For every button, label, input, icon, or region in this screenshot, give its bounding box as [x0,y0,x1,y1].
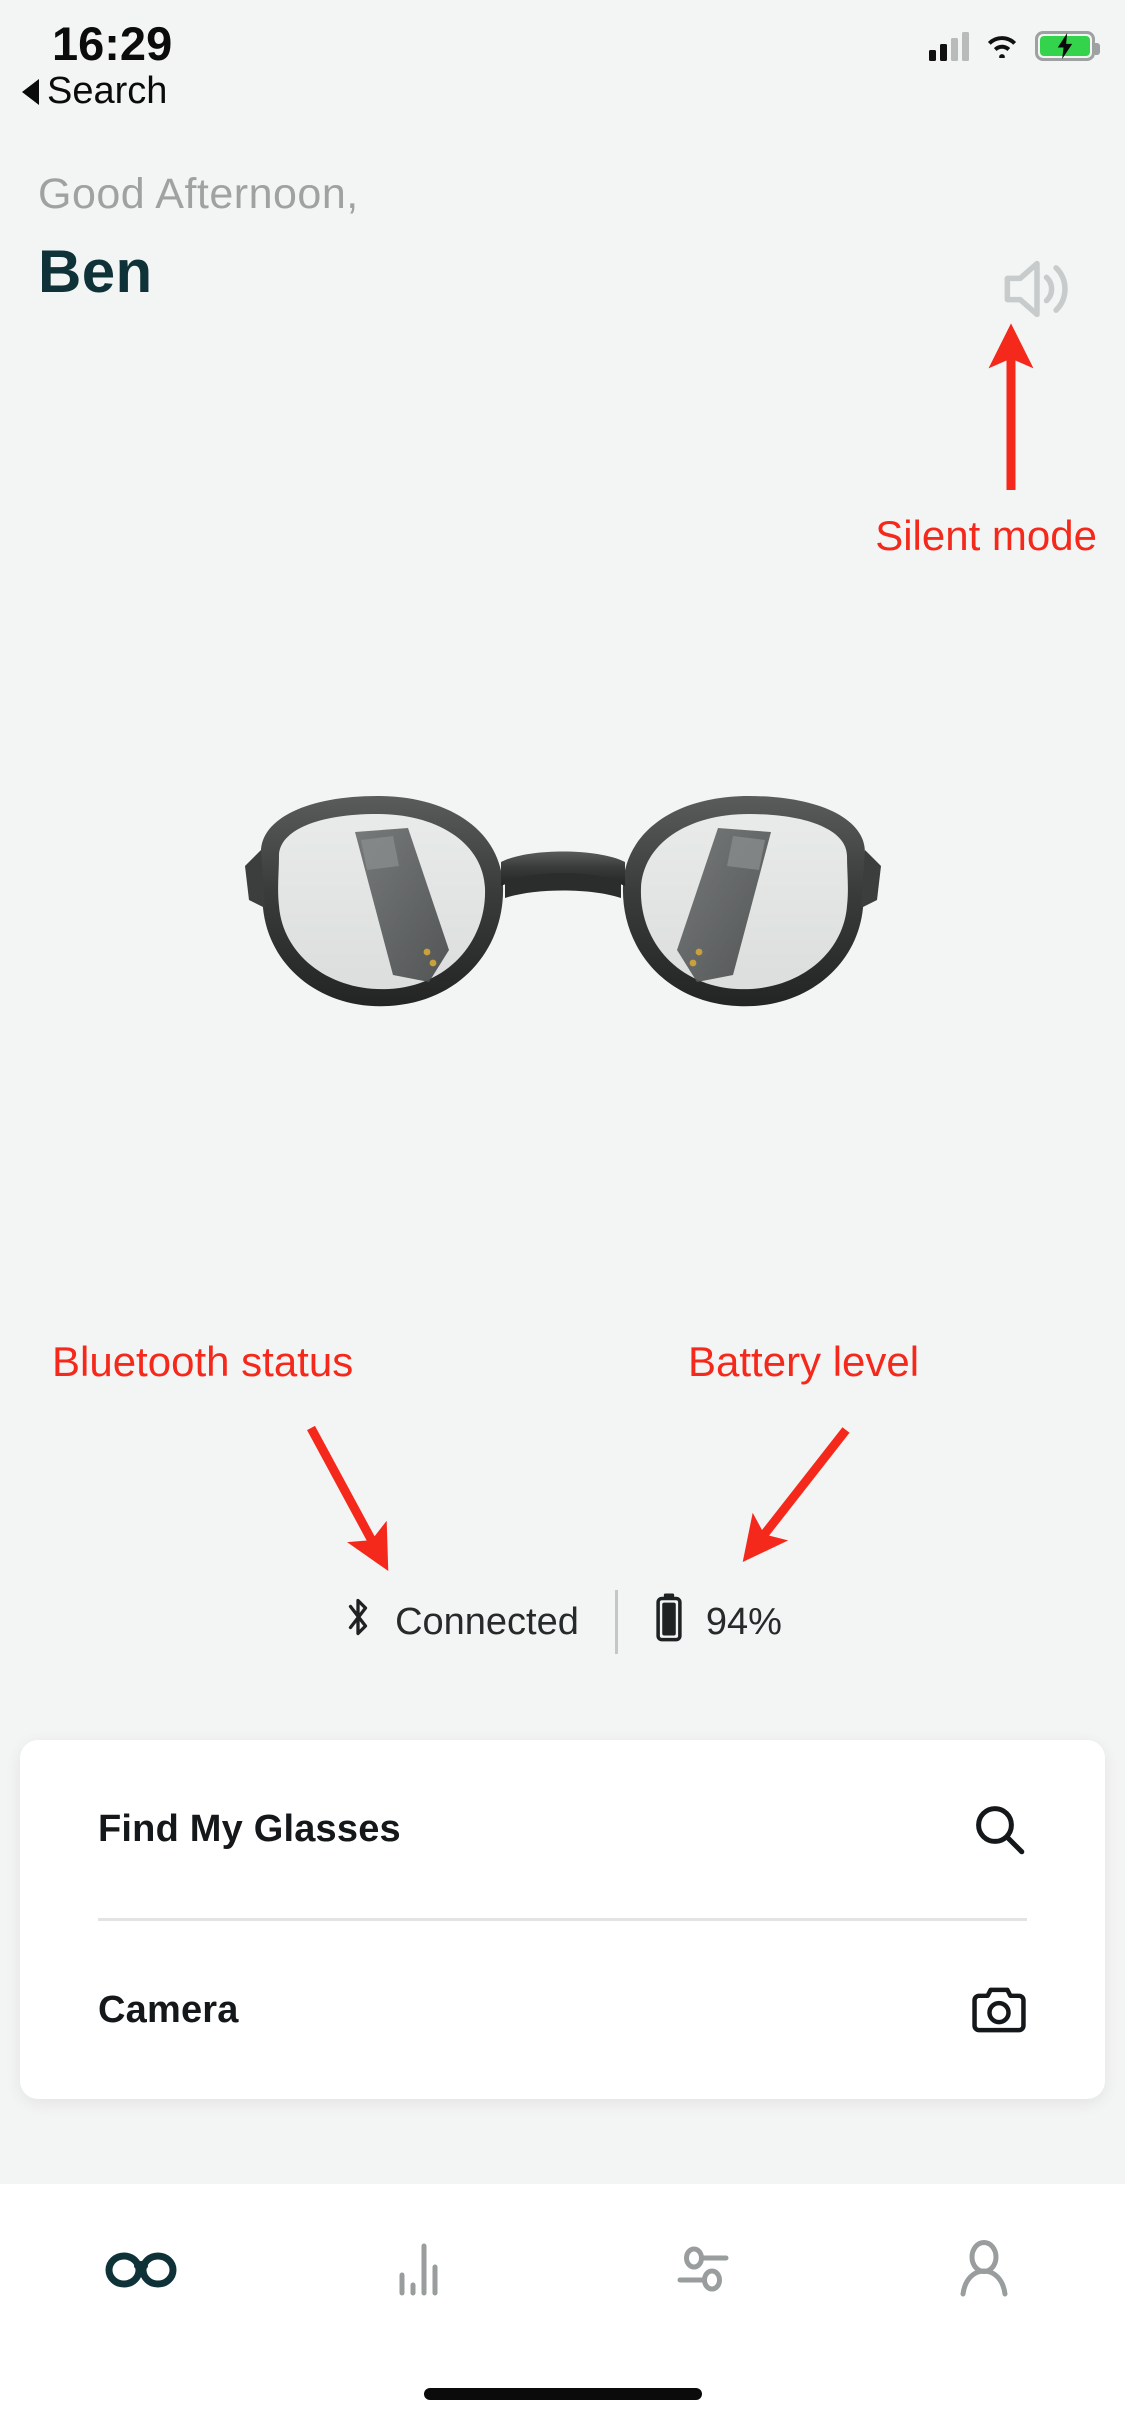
action-label: Find My Glasses [98,1807,401,1850]
bluetooth-status-label: Connected [395,1600,579,1643]
status-bar-time: 16:29 [52,17,173,70]
home-indicator[interactable] [423,2388,702,2400]
greeting-text: Good Afternoon, [38,170,359,218]
tab-stats[interactable] [281,2184,562,2354]
annotation-battery-level: Battery level [688,1338,920,1385]
cellular-signal-icon [929,31,969,61]
battery-level-label: 94% [705,1600,782,1643]
battery-icon [654,1592,684,1652]
wifi-icon [983,28,1021,63]
tab-settings[interactable] [563,2184,844,2354]
bluetooth-status: Connected [343,1593,579,1651]
page-title: Ben [38,238,153,305]
action-row-find-my-glasses[interactable]: Find My Glasses [20,1740,1105,1918]
annotation-silent-mode: Silent mode [875,512,1097,559]
status-bar-indicators [929,28,1100,63]
bar-chart-icon [397,2241,447,2297]
actions-card: Find My Glasses Camera [20,1740,1105,2099]
bottom-tab-bar [0,2184,1125,2436]
tab-profile[interactable] [844,2184,1125,2354]
back-caret-icon [22,78,39,105]
bluetooth-icon [343,1593,373,1651]
device-status-row: Connected 94% [0,1590,1125,1654]
status-bar: 16:29 [0,0,1125,110]
battery-level: 94% [654,1592,782,1652]
annotation-bluetooth-status: Bluetooth status [52,1338,354,1385]
sliders-icon [672,2243,734,2295]
speaker-on-icon[interactable] [1001,250,1073,328]
glasses-icon [103,2249,179,2289]
status-divider [614,1590,618,1654]
back-label: Search [47,70,168,112]
battery-charging-icon [1035,30,1100,61]
greeting-block: Good Afternoon, Ben [38,170,359,306]
tab-glasses[interactable] [0,2184,281,2354]
search-icon[interactable] [971,1801,1027,1857]
action-row-camera[interactable]: Camera [20,1921,1105,2099]
back-to-search-button[interactable]: Search [22,70,167,113]
app-screen: 16:29 Search Good Afternoon, Ben Silent … [0,0,1125,2436]
camera-icon[interactable] [971,1982,1027,2038]
action-label: Camera [98,1988,239,2031]
person-icon [957,2240,1011,2298]
smart-glasses-image [0,760,1125,1080]
